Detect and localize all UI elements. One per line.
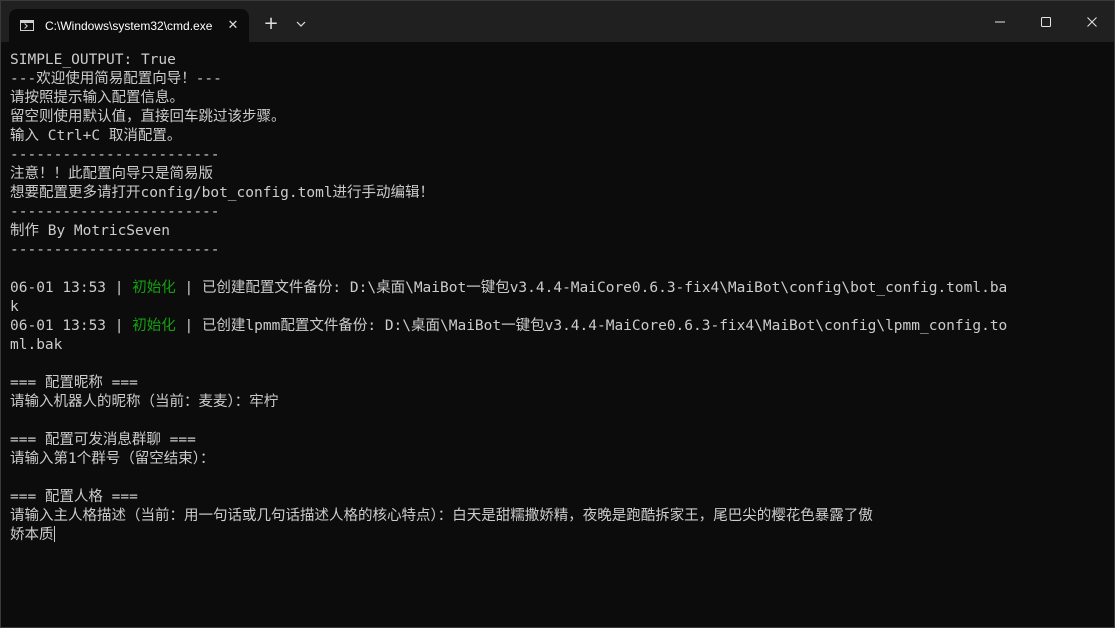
console-line: 制作 By MotricSeven (10, 223, 170, 239)
console-line: SIMPLE_OUTPUT: True (10, 52, 176, 68)
console-line: 留空则使用默认值，直接回车跳过该步骤。 (10, 109, 286, 125)
prompt-line: 请输入第1个群号（留空结束）： (10, 451, 215, 467)
log-line: 06-01 13:53 | 初始化 | 已创建lpmm配置文件备份: D:\桌面… (10, 317, 1106, 336)
console-line: 注意！！此配置向导只是简易版 (10, 166, 213, 182)
log-separator: | (106, 318, 133, 334)
console-line: 想要配置更多请打开config/bot_config.toml进行手动编辑！ (10, 185, 435, 201)
log-level: 初始化 (132, 318, 176, 334)
log-separator: | (106, 280, 133, 296)
log-message: 已创建配置文件备份: D:\桌面\MaiBot一键包v3.4.4-MaiCore… (201, 280, 1008, 296)
close-window-icon[interactable] (1069, 1, 1114, 42)
log-time: 06-01 13:53 (10, 280, 107, 296)
console-line: 请按照提示输入配置信息。 (10, 90, 184, 106)
maximize-icon[interactable] (1023, 1, 1069, 42)
text-cursor (53, 526, 55, 542)
plus-icon[interactable]: + (259, 13, 283, 37)
log-line-wrap: k (10, 299, 19, 315)
cmd-icon (20, 20, 34, 31)
close-icon[interactable]: ✕ (224, 17, 242, 35)
prompt-input: 娇本质 (10, 527, 54, 543)
console-line: 输入 Ctrl+C 取消配置。 (10, 128, 182, 144)
prompt-line: 请输入机器人的昵称（当前：麦麦）：牢柠 (10, 394, 279, 410)
chevron-down-icon[interactable] (291, 14, 311, 34)
section-heading: === 配置昵称 === (10, 375, 138, 391)
console-divider: ------------------------ (10, 242, 220, 258)
log-level: 初始化 (132, 280, 176, 296)
console-divider: ------------------------ (10, 147, 220, 163)
terminal-window: C:\Windows\system32\cmd.exe ✕ + SIMPLE_O… (0, 0, 1115, 628)
section-heading: === 配置人格 === (10, 489, 138, 505)
log-line-wrap: ml.bak (10, 337, 63, 353)
prompt-line-wrap[interactable]: 娇本质 (10, 526, 1106, 545)
title-bar[interactable]: C:\Windows\system32\cmd.exe ✕ + (1, 1, 1114, 42)
log-line: 06-01 13:53 | 初始化 | 已创建配置文件备份: D:\桌面\Mai… (10, 279, 1106, 298)
section-heading: === 配置可发消息群聊 === (10, 432, 196, 448)
log-message: 已创建lpmm配置文件备份: D:\桌面\MaiBot一键包v3.4.4-Mai… (201, 318, 1008, 334)
console-output[interactable]: SIMPLE_OUTPUT: True ---欢迎使用简易配置向导！--- 请按… (10, 51, 1106, 621)
log-separator: | (175, 280, 202, 296)
tab-title: C:\Windows\system32\cmd.exe (45, 19, 213, 33)
console-line: ---欢迎使用简易配置向导！--- (10, 71, 222, 87)
log-separator: | (175, 318, 202, 334)
console-divider: ------------------------ (10, 204, 220, 220)
minimize-icon[interactable] (977, 1, 1023, 42)
prompt-line: 请输入主人格描述（当前：用一句话或几句话描述人格的核心特点）：白天是甜糯撒娇精，… (10, 508, 873, 524)
log-time: 06-01 13:53 (10, 318, 107, 334)
tab-cmd[interactable]: C:\Windows\system32\cmd.exe ✕ (9, 9, 249, 42)
